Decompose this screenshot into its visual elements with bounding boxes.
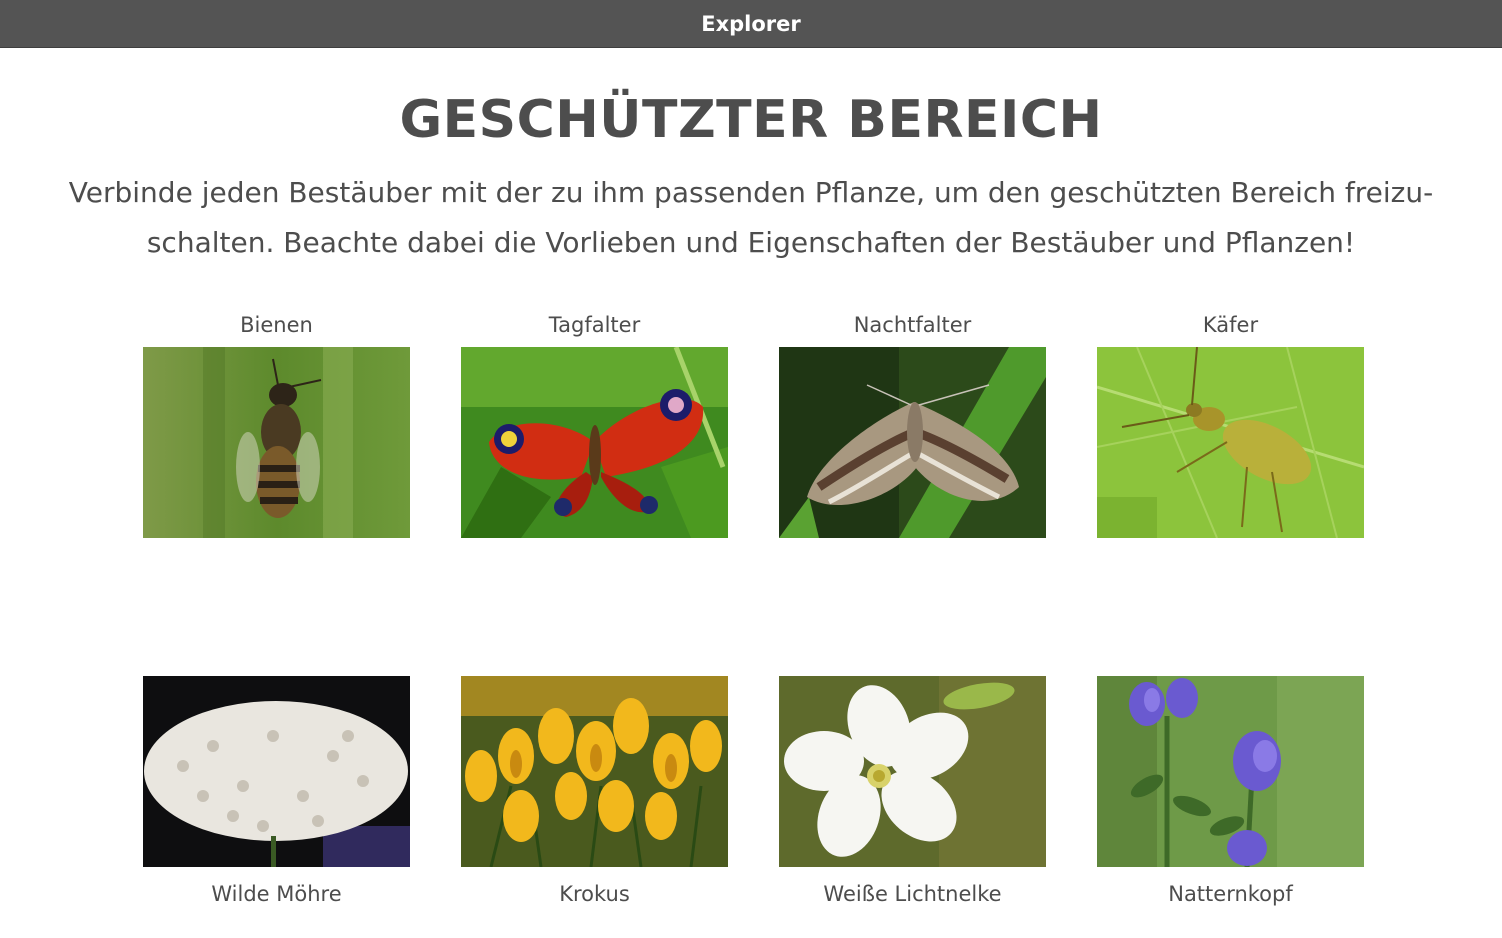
plant-card-natternkopf[interactable]: Natternkopf: [1097, 676, 1364, 911]
pollinator-card-bienen[interactable]: Bienen: [143, 310, 410, 542]
plant-card-krokus[interactable]: Krokus: [461, 676, 728, 911]
pollinator-card-kaefer[interactable]: Käfer: [1097, 310, 1364, 542]
plant-label: Krokus: [559, 882, 630, 906]
window-title: Explorer: [701, 11, 801, 36]
plant-card-weisse-lichtnelke[interactable]: Weiße Lichtnelke: [779, 676, 1046, 911]
plant-label: Weiße Lichtnelke: [823, 882, 1002, 906]
pollinator-label: Tagfalter: [548, 313, 641, 337]
moth-photo[interactable]: [779, 347, 1046, 538]
vipers-bugloss-photo[interactable]: [1097, 676, 1364, 867]
pollinator-card-nachtfalter[interactable]: Nachtfalter: [779, 310, 1046, 542]
instructions-text: Verbinde jeden Bestäuber mit der zu ihm …: [68, 176, 1434, 259]
pollinator-label: Nachtfalter: [853, 313, 972, 337]
pollinator-label: Käfer: [1202, 313, 1259, 337]
pollinator-card-tagfalter[interactable]: Tagfalter: [461, 310, 728, 542]
plant-label: Natternkopf: [1168, 882, 1293, 906]
crocus-photo[interactable]: [461, 676, 728, 867]
white-campion-photo[interactable]: [779, 676, 1046, 867]
pollinator-label: Bienen: [240, 313, 313, 337]
page-title: GESCHÜTZTER BEREICH: [399, 90, 1103, 150]
bee-photo[interactable]: [143, 347, 410, 538]
beetle-photo[interactable]: [1097, 347, 1364, 538]
butterfly-photo[interactable]: [461, 347, 728, 538]
plant-card-wilde-moehre[interactable]: Wilde Möhre: [143, 676, 410, 911]
window-titlebar: Explorer: [0, 0, 1502, 48]
plant-label: Wilde Möhre: [211, 882, 342, 906]
wild-carrot-photo[interactable]: [143, 676, 410, 867]
